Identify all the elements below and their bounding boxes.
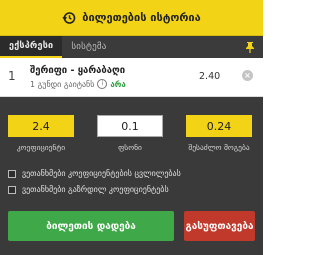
accept-odds-change-checkbox[interactable]	[8, 169, 16, 178]
betslip-item: 1 შერიფი - ყარაბაღი 1 გუნდი გაიტანს i არ…	[0, 58, 263, 97]
tab-express[interactable]: ექსპრესი	[0, 36, 63, 58]
info-icon[interactable]: i	[97, 79, 108, 89]
accept-increased-odds-label: ვეთანხმები გაზრდილ კოეფიციენტებს	[22, 185, 169, 194]
remove-bet-icon[interactable]: ×	[242, 70, 253, 81]
total-odd-label: კოეფიციენტი	[16, 143, 66, 152]
bet-selection: არა	[110, 79, 126, 89]
bet-type-tabs: ექსპრესი სისტემა	[0, 36, 263, 58]
history-icon	[62, 11, 76, 25]
bet-market-line: 1 გუნდი გაიტანს i არა	[30, 79, 126, 89]
potential-win-value: 0.24	[186, 115, 252, 137]
accept-odds-change-option[interactable]: ვეთანხმები კოეფიციენტების ცვლილებას	[8, 169, 181, 178]
accept-increased-odds-option[interactable]: ვეთანხმები გაზრდილ კოეფიციენტებს	[8, 185, 169, 194]
bet-market: 1 გუნდი გაიტანს	[30, 79, 95, 89]
bet-history-header[interactable]: ბილეთების ისტორია	[0, 0, 263, 36]
accept-increased-odds-checkbox[interactable]	[8, 185, 16, 194]
clear-betslip-button[interactable]: გასუფთავება	[184, 211, 255, 241]
bet-odd: 2.40	[199, 71, 221, 82]
total-odd-value: 2.4	[8, 115, 74, 137]
tab-system[interactable]: სისტემა	[62, 36, 115, 58]
betslip-summary: 2.4 0.1 0.24 კოეფიციენტი ფსონი შესაძლო მ…	[0, 97, 263, 255]
bet-match-name: შერიფი - ყარაბაღი	[30, 65, 126, 76]
bet-index: 1	[8, 69, 16, 83]
potential-win-label: შესაძლო მოგება	[188, 143, 250, 152]
pin-icon[interactable]	[245, 36, 263, 58]
stake-label: ფსონი	[118, 143, 142, 152]
place-bet-button[interactable]: ბილეთის დადება	[8, 211, 174, 241]
stake-input[interactable]: 0.1	[97, 115, 163, 137]
bet-history-title: ბილეთების ისტორია	[82, 11, 201, 24]
accept-odds-change-label: ვეთანხმები კოეფიციენტების ცვლილებას	[22, 169, 181, 178]
